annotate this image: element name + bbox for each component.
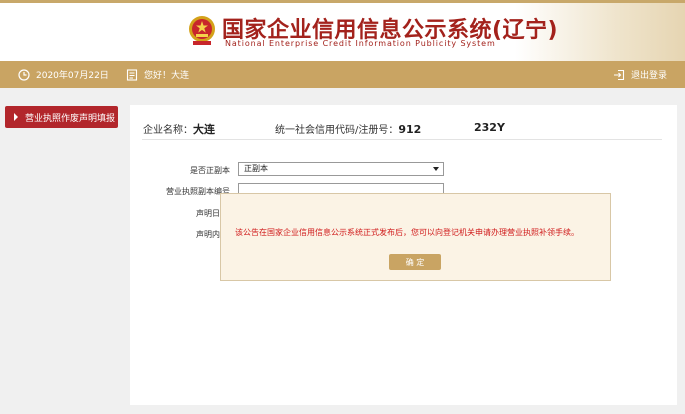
- credit-code-label: 统一社会信用代码/注册号：: [275, 125, 399, 136]
- clock-icon: [18, 68, 30, 81]
- site-header: 国家企业信用信息公示系统(辽宁) National Enterprise Cre…: [0, 0, 685, 61]
- sidebar-item-license-void-declaration[interactable]: 营业执照作废声明填报: [5, 106, 118, 128]
- dialog-message: 该公告在国家企业信用信息公示系统正式发布后，您可以向登记机关申请办理营业执照补领…: [235, 228, 579, 237]
- top-bar: 2020年07月22日 您好！大连 退出登录: [0, 61, 685, 88]
- date-display: 2020年07月22日: [18, 61, 109, 88]
- user-greeting: 您好！大连: [126, 61, 189, 88]
- site-title-en: National Enterprise Credit Information P…: [225, 39, 496, 48]
- logout-icon: [614, 69, 625, 80]
- company-name-label: 企业名称：: [143, 125, 193, 136]
- logout-button[interactable]: 退出登录: [613, 61, 667, 88]
- copy-type-value: 正副本: [244, 164, 268, 173]
- copy-type-select[interactable]: 正副本: [238, 162, 444, 176]
- logout-label: 退出登录: [631, 71, 668, 81]
- caret-right-icon: [14, 113, 18, 121]
- national-emblem-icon: [189, 16, 215, 45]
- copy-type-label: 是否正副本: [190, 166, 230, 175]
- company-name-value: 大连: [193, 123, 215, 136]
- confirm-button[interactable]: 确 定: [389, 254, 441, 270]
- copy-number-label: 营业执照副本编号: [166, 187, 230, 196]
- greeting-text: 您好！大连: [144, 71, 190, 81]
- credit-code: 统一社会信用代码/注册号：912: [275, 121, 421, 136]
- declaration-content-label: 声明内: [196, 230, 220, 239]
- credit-code-tail: 232Y: [474, 121, 505, 134]
- chevron-down-icon: [433, 167, 439, 171]
- sidebar-item-label: 营业执照作废声明填报: [25, 113, 116, 124]
- divider: [142, 139, 662, 140]
- credit-code-prefix: 912: [398, 123, 422, 136]
- date-text: 2020年07月22日: [36, 71, 109, 81]
- company-name: 企业名称：大连: [143, 121, 215, 137]
- credit-code-suffix: 232Y: [474, 121, 505, 134]
- declaration-date-label: 声明日: [196, 209, 220, 218]
- alert-dialog: 该公告在国家企业信用信息公示系统正式发布后，您可以向登记机关申请办理营业执照补领…: [220, 193, 611, 281]
- user-card-icon: [126, 68, 138, 81]
